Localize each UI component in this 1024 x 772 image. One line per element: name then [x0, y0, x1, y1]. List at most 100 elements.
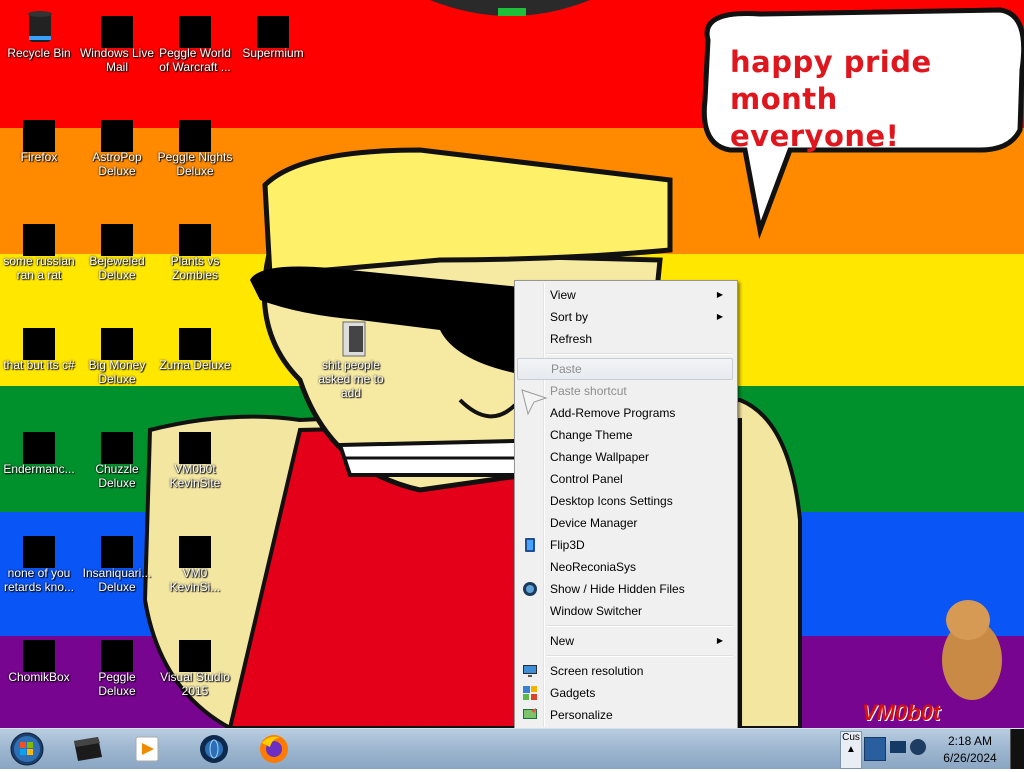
shortcut-icon — [177, 424, 213, 464]
menu-item-gadgets[interactable]: Gadgets — [517, 682, 733, 704]
submenu-arrow-icon: ▶ — [716, 290, 723, 299]
start-button[interactable] — [4, 731, 50, 767]
hamster-icon — [21, 632, 57, 672]
bubble-line-2: everyone! — [730, 119, 900, 153]
watermark-logo: VM0b0t — [862, 700, 941, 725]
globe-browser-icon — [200, 735, 228, 763]
desktop-icon-none-of-you[interactable]: none of you retards kno... — [0, 524, 78, 594]
monitor-icon — [522, 663, 538, 679]
firefox-icon — [21, 112, 57, 152]
desktop-icon-supermium[interactable]: Supermium — [234, 4, 312, 60]
desktop-icon-insaniquarium[interactable]: Insaniquari... Deluxe — [78, 524, 156, 594]
bubble-line-1: happy pride month — [730, 45, 932, 116]
submenu-arrow-icon: ▶ — [716, 636, 723, 645]
desktop-icon-windows-live-mail[interactable]: Windows Live Mail — [78, 4, 156, 74]
desktop-icon-peggle-wow[interactable]: Peggle World of Warcraft ... — [156, 4, 234, 74]
tray-network-icon[interactable] — [890, 741, 906, 753]
menu-item-new[interactable]: New ▶ — [517, 630, 733, 652]
flip3d-icon — [522, 537, 538, 553]
desktop-icon-chuzzle[interactable]: Chuzzle Deluxe — [78, 420, 156, 490]
desktop-icon-visual-studio[interactable]: Visual Studio 2015 — [156, 628, 234, 698]
desktop-icon-plants-vs-zombies[interactable]: Plants vs Zombies — [156, 212, 234, 282]
recycle-bin-icon — [21, 8, 57, 44]
taskbar-terminal-button[interactable] — [68, 731, 108, 767]
desktop-icon-vm0b0t-kevinsite[interactable]: VM0b0t KevinSite — [156, 420, 234, 490]
desktop-icon-big-money[interactable]: Big Money Deluxe — [78, 316, 156, 386]
desktop-icon-zuma[interactable]: Zuma Deluxe — [156, 316, 234, 372]
bejeweled-icon — [99, 216, 135, 256]
windows-stack-icon — [21, 320, 57, 360]
media-player-icon — [135, 736, 159, 762]
menu-item-show-hide-hidden-files[interactable]: Show / Hide Hidden Files — [517, 578, 733, 600]
firefox-icon — [260, 735, 288, 763]
desktop-icon-folder-added[interactable]: shit people asked me to add — [312, 316, 390, 400]
visual-studio-icon — [177, 632, 213, 672]
submenu-arrow-icon: ▶ — [716, 312, 723, 321]
desktop-icon-csharp[interactable]: that but its c# — [0, 316, 78, 372]
speech-bubble-text: happy pride month everyone! — [730, 44, 1024, 155]
menu-item-view[interactable]: View ▶ — [517, 284, 733, 306]
taskbar-media-player-button[interactable] — [128, 731, 168, 767]
folder-icon — [333, 320, 369, 357]
clock-date: 6/26/2024 — [943, 751, 997, 765]
menu-separator — [546, 353, 733, 355]
menu-item-refresh[interactable]: Refresh — [517, 328, 733, 350]
desktop-icon-chomikbox[interactable]: ChomikBox — [0, 628, 78, 684]
menu-item-screen-resolution[interactable]: Screen resolution — [517, 660, 733, 682]
globe-icon — [522, 581, 538, 597]
shortcut-icon — [177, 528, 213, 568]
tray-customize-button[interactable]: Cus ▲ — [840, 731, 862, 769]
desktop-context-menu: View ▶ Sort by ▶ Refresh Paste Paste sho… — [514, 280, 738, 730]
chuzzle-icon — [99, 424, 135, 464]
peggle-icon — [177, 8, 213, 48]
menu-item-paste[interactable]: Paste — [517, 358, 733, 380]
tray-action-center-icon[interactable] — [864, 737, 886, 761]
menu-item-change-wallpaper[interactable]: Change Wallpaper — [517, 446, 733, 468]
menu-item-change-theme[interactable]: Change Theme — [517, 424, 733, 446]
fish-icon — [99, 528, 135, 568]
menu-item-neoreconiasys[interactable]: NeoReconiaSys — [517, 556, 733, 578]
taskbar-clock[interactable]: 2:18 AM 6/26/2024 — [932, 733, 1008, 767]
clock-time: 2:18 AM — [947, 734, 993, 748]
astropop-icon — [99, 112, 135, 152]
desktop-icon-vm0-kevinsite[interactable]: VM0 KevinSi... — [156, 524, 234, 594]
menu-item-window-switcher[interactable]: Window Switcher — [517, 600, 733, 622]
pvz-icon — [177, 216, 213, 256]
menu-item-flip3d[interactable]: Flip3D — [517, 534, 733, 556]
menu-item-device-manager[interactable]: Device Manager — [517, 512, 733, 534]
desktop-icon-peggle-deluxe[interactable]: Peggle Deluxe — [78, 628, 156, 698]
money-bag-icon — [99, 320, 135, 360]
menu-separator — [546, 655, 733, 657]
peggle-icon — [99, 632, 135, 672]
taskbar: Cus ▲ 2:18 AM 6/26/2024 — [0, 728, 1024, 769]
terminal-icon — [21, 424, 57, 464]
desktop-icon-firefox[interactable]: Firefox — [0, 108, 78, 164]
windows-orb-icon — [10, 732, 44, 766]
mail-icon — [99, 8, 135, 48]
zuma-icon — [177, 320, 213, 360]
taskbar-browser-button[interactable] — [194, 731, 234, 767]
mouse-cursor-icon — [521, 389, 548, 416]
desktop-icon-russian-rat[interactable]: some russian ran a rat — [0, 212, 78, 282]
tray-expand-icon: ▲ — [846, 744, 856, 755]
desktop-icon-recycle-bin[interactable]: Recycle Bin — [0, 4, 78, 60]
taskbar-firefox-button[interactable] — [254, 731, 294, 767]
tray-display-icon[interactable] — [910, 739, 926, 755]
menu-item-personalize[interactable]: Personalize — [517, 704, 733, 726]
peggle-nights-icon — [177, 112, 213, 152]
terminal-icon — [74, 737, 102, 761]
menu-separator — [546, 625, 733, 627]
browser-icon — [255, 8, 291, 48]
personalize-icon — [522, 707, 538, 723]
menu-item-control-panel[interactable]: Control Panel — [517, 468, 733, 490]
gadgets-icon — [522, 685, 538, 701]
desktop-icon-astropop[interactable]: AstroPop Deluxe — [78, 108, 156, 178]
show-desktop-button[interactable] — [1010, 729, 1024, 769]
desktop-icon-endermanch[interactable]: Endermanc... — [0, 420, 78, 476]
menu-item-sort-by[interactable]: Sort by ▶ — [517, 306, 733, 328]
opera-icon — [21, 528, 57, 568]
desktop-icon-peggle-nights[interactable]: Peggle Nights Deluxe — [156, 108, 234, 178]
file-icon — [21, 216, 57, 256]
menu-item-desktop-icons-settings[interactable]: Desktop Icons Settings — [517, 490, 733, 512]
desktop-icon-bejeweled[interactable]: Bejeweled Deluxe — [78, 212, 156, 282]
